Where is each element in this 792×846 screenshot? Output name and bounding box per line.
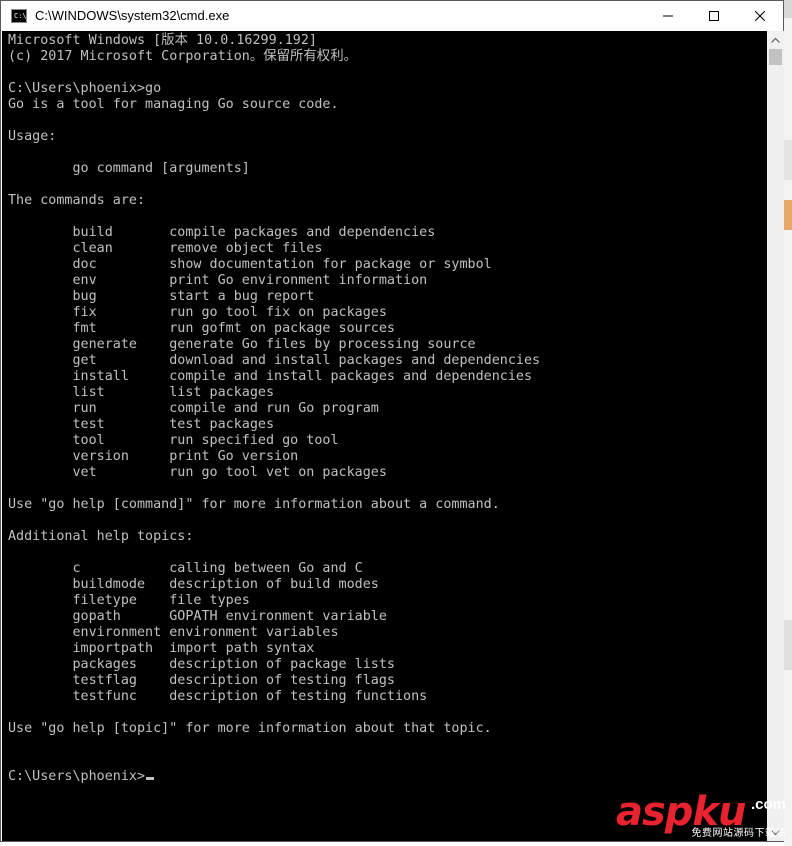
console-line: gopath GOPATH environment variable bbox=[8, 609, 387, 624]
console-line: Additional help topics: bbox=[8, 529, 194, 544]
window-title: C:\WINDOWS\system32\cmd.exe bbox=[35, 8, 230, 23]
maximize-icon bbox=[709, 11, 719, 21]
text-cursor bbox=[146, 777, 155, 780]
console-line: env print Go environment information bbox=[8, 273, 428, 288]
console-line: bug start a bug report bbox=[8, 289, 315, 304]
edge-strip bbox=[784, 140, 792, 180]
console-line: (c) 2017 Microsoft Corporation。保留所有权利。 bbox=[8, 49, 357, 64]
console-line: install compile and install packages and… bbox=[8, 369, 533, 384]
console-line: doc show documentation for package or sy… bbox=[8, 257, 492, 272]
console-line: packages description of package lists bbox=[8, 657, 395, 672]
edge-strip bbox=[784, 0, 792, 18]
console-output[interactable]: Microsoft Windows [版本 10.0.16299.192] (c)… bbox=[2, 31, 767, 841]
console-line: Usage: bbox=[8, 129, 57, 144]
maximize-button[interactable] bbox=[691, 1, 737, 31]
console-line: run compile and run Go program bbox=[8, 401, 379, 416]
minimize-button[interactable] bbox=[645, 1, 691, 31]
title-bar[interactable]: C:\ C:\WINDOWS\system32\cmd.exe bbox=[1, 1, 783, 31]
console-line: fmt run gofmt on package sources bbox=[8, 321, 395, 336]
console-line: Microsoft Windows [版本 10.0.16299.192] bbox=[8, 33, 317, 48]
console-line: generate generate Go files by processing… bbox=[8, 337, 476, 352]
console-line: list list packages bbox=[8, 385, 275, 400]
console-line: testfunc description of testing function… bbox=[8, 689, 428, 704]
console-line: importpath import path syntax bbox=[8, 641, 315, 656]
console-line: fix run go tool fix on packages bbox=[8, 305, 387, 320]
close-button[interactable] bbox=[737, 1, 783, 31]
scrollbar-thumb[interactable] bbox=[769, 49, 782, 65]
console-line: tool run specified go tool bbox=[8, 433, 339, 448]
console-line: go command [arguments] bbox=[8, 161, 250, 176]
console-line: test test packages bbox=[8, 417, 275, 432]
watermark-logo: aspku .com 免费网站源码下载站 bbox=[616, 790, 786, 840]
cmd-window: C:\ C:\WINDOWS\system32\cmd.exe Microsof… bbox=[0, 0, 784, 842]
vertical-scrollbar[interactable] bbox=[767, 31, 784, 841]
console-line: testflag description of testing flags bbox=[8, 673, 395, 688]
console-line: C:\Users\phoenix>go bbox=[8, 81, 162, 96]
console-line: c calling between Go and C bbox=[8, 561, 363, 576]
console-line: Use "go help [command]" for more informa… bbox=[8, 497, 500, 512]
console-line: environment environment variables bbox=[8, 625, 339, 640]
console-line: Go is a tool for managing Go source code… bbox=[8, 97, 339, 112]
console-text: Microsoft Windows [版本 10.0.16299.192] (c)… bbox=[8, 33, 540, 785]
close-icon bbox=[755, 11, 765, 21]
edge-strip bbox=[784, 200, 792, 230]
console-line: filetype file types bbox=[8, 593, 250, 608]
minimize-icon bbox=[663, 15, 673, 17]
console-line: Use "go help [topic]" for more informati… bbox=[8, 721, 492, 736]
edge-strip bbox=[784, 620, 792, 670]
console-line: buildmode description of build modes bbox=[8, 577, 379, 592]
background-window-edge bbox=[784, 0, 792, 846]
cmd-icon[interactable]: C:\ bbox=[11, 9, 27, 23]
console-line: get download and install packages and de… bbox=[8, 353, 541, 368]
chevron-up-icon bbox=[771, 37, 780, 43]
scroll-up-button[interactable] bbox=[767, 31, 784, 48]
console-line: vet run go tool vet on packages bbox=[8, 465, 387, 480]
console-line: build compile packages and dependencies bbox=[8, 225, 436, 240]
console-line: clean remove object files bbox=[8, 241, 323, 256]
console-line: C:\Users\phoenix> bbox=[8, 769, 540, 785]
watermark-subtitle: 免费网站源码下载站 bbox=[691, 828, 786, 839]
console-line: The commands are: bbox=[8, 193, 146, 208]
watermark-suffix: .com bbox=[750, 796, 786, 813]
console-line: version print Go version bbox=[8, 449, 299, 464]
